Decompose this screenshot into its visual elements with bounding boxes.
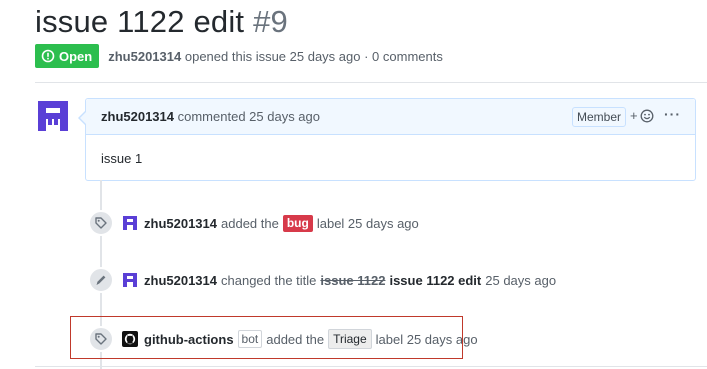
- issue-author-link[interactable]: zhu5201314: [108, 49, 181, 64]
- issue-meta: Open zhu5201314 opened this issue 25 day…: [35, 44, 443, 68]
- new-title: issue 1122 edit: [389, 272, 482, 288]
- tag-icon: [95, 217, 107, 229]
- add-reaction-button[interactable]: +: [630, 108, 654, 123]
- event-text: added the: [221, 215, 279, 231]
- bug-label[interactable]: bug: [282, 214, 313, 232]
- event-time: 25 days ago: [485, 272, 557, 288]
- footer-divider: [35, 366, 707, 367]
- member-badge: Member: [572, 107, 627, 127]
- timeline-event-renamed: zhu5201314 changed the title issue 1122 …: [88, 267, 556, 293]
- avatar[interactable]: [122, 215, 138, 231]
- avatar[interactable]: [35, 98, 71, 134]
- old-title: issue 1122: [320, 272, 386, 288]
- smiley-icon: [640, 109, 654, 122]
- comment-meta: zhu5201314 commented 25 days ago: [101, 109, 320, 124]
- event-time: label 25 days ago: [316, 215, 419, 231]
- comment-author-link[interactable]: zhu5201314: [101, 109, 174, 124]
- issue-number: #9: [253, 4, 288, 39]
- opened-text: opened this issue 25 days ago · 0 commen…: [184, 48, 443, 64]
- event-badge: [88, 210, 114, 236]
- issue-opened-icon: [41, 49, 55, 63]
- avatar[interactable]: [122, 272, 138, 288]
- pencil-icon: [96, 275, 106, 285]
- reaction-plus: +: [630, 108, 638, 123]
- event-actor-link[interactable]: zhu5201314: [144, 273, 217, 288]
- state-label: Open: [59, 48, 93, 64]
- comment: zhu5201314 commented 25 days ago Member …: [78, 98, 696, 181]
- event-badge: [88, 267, 114, 293]
- comment-header: zhu5201314 commented 25 days ago Member …: [86, 99, 695, 135]
- event-actor-link[interactable]: zhu5201314: [144, 216, 217, 231]
- header-divider: [35, 82, 707, 83]
- more-options-button[interactable]: ···: [664, 106, 681, 122]
- event-text: changed the title: [221, 272, 317, 288]
- issue-title: issue 1122 edit #9: [35, 4, 288, 40]
- highlight-box: [70, 316, 463, 359]
- comment-body: issue 1: [101, 151, 143, 166]
- timeline-event-labeled: zhu5201314 added the bug label 25 days a…: [88, 210, 419, 236]
- comment-action: commented 25 days ago: [177, 109, 320, 124]
- issue-title-text: issue 1122 edit: [35, 4, 245, 39]
- meta-text: zhu5201314 opened this issue 25 days ago…: [108, 49, 443, 64]
- state-badge: Open: [35, 44, 100, 68]
